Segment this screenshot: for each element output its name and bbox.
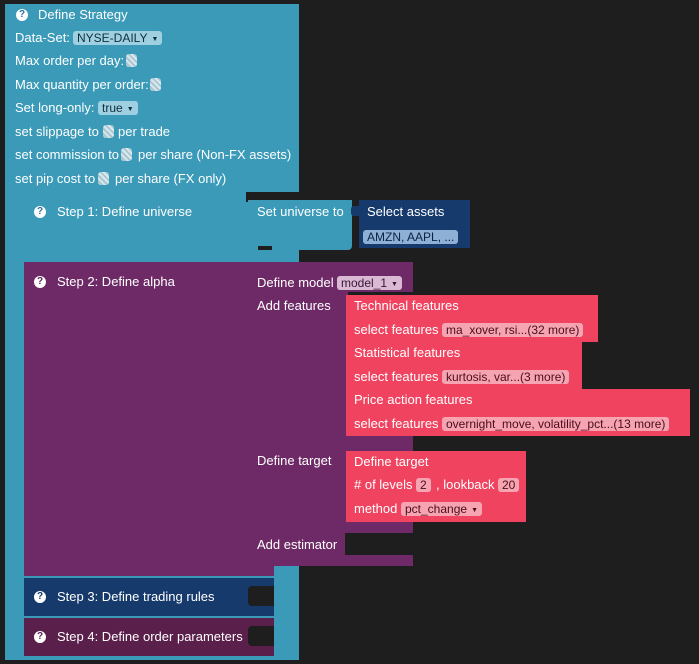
method-label: method bbox=[354, 501, 398, 516]
long-only-value: true bbox=[102, 101, 123, 115]
select-assets-connector bbox=[351, 206, 361, 216]
chevron-down-icon: ▼ bbox=[126, 106, 134, 113]
step2-title: Step 2: Define alpha bbox=[57, 274, 175, 289]
dataset-dropdown[interactable]: NYSE-DAILY ▼ bbox=[73, 31, 163, 45]
chevron-down-icon: ▼ bbox=[151, 36, 159, 43]
long-only-dropdown[interactable]: true ▼ bbox=[98, 101, 138, 115]
pip-prefix: set pip cost to bbox=[15, 171, 96, 186]
commission-suffix: per share (Non-FX assets) bbox=[138, 147, 292, 162]
dataset-label: Data-Set: bbox=[15, 30, 70, 45]
pip-cost-input[interactable] bbox=[98, 172, 109, 185]
slippage-suffix: per trade bbox=[118, 124, 171, 139]
step3-title: Step 3: Define trading rules bbox=[57, 589, 215, 604]
add-estimator-label: Add estimator bbox=[257, 537, 338, 552]
levels-label: # of levels bbox=[354, 477, 413, 492]
help-icon[interactable]: ? bbox=[34, 206, 46, 218]
statistical-features-field[interactable]: kurtosis, var...(3 more) bbox=[442, 370, 570, 384]
commission-prefix: set commission to bbox=[15, 147, 120, 162]
set-universe-notch bbox=[258, 246, 272, 250]
model-value: model_1 bbox=[341, 276, 388, 290]
max-quantity-label: Max quantity per order: bbox=[15, 77, 149, 92]
alpha-features-column bbox=[248, 292, 348, 442]
alpha-bottom-arm bbox=[24, 555, 413, 564]
slippage-input[interactable] bbox=[103, 125, 114, 138]
select-assets-label: Select assets bbox=[367, 204, 445, 219]
define-model-label: Define model bbox=[257, 275, 334, 290]
lookback-input[interactable]: 20 bbox=[498, 478, 520, 492]
help-icon[interactable]: ? bbox=[34, 591, 46, 603]
strategy-title: Define Strategy bbox=[38, 7, 128, 22]
help-icon[interactable]: ? bbox=[34, 276, 46, 288]
max-order-label: Max order per day: bbox=[15, 53, 125, 68]
pip-suffix: per share (FX only) bbox=[115, 171, 227, 186]
help-icon[interactable]: ? bbox=[16, 9, 28, 21]
assets-field[interactable]: AMZN, AAPL, ... bbox=[363, 230, 459, 244]
statistical-features-title: Statistical features bbox=[354, 345, 461, 360]
set-universe-label: Set universe to bbox=[257, 204, 344, 219]
chevron-down-icon: ▼ bbox=[471, 507, 478, 514]
commission-input[interactable] bbox=[121, 148, 132, 161]
model-dropdown[interactable]: model_1 ▼ bbox=[337, 276, 402, 290]
slippage-prefix: set slippage to bbox=[15, 124, 99, 139]
method-dropdown[interactable]: pct_change ▼ bbox=[401, 502, 482, 516]
estimator-slot[interactable] bbox=[345, 533, 413, 556]
step4-title: Step 4: Define order parameters bbox=[57, 629, 243, 644]
chevron-down-icon: ▼ bbox=[391, 281, 398, 288]
step1-title: Step 1: Define universe bbox=[57, 204, 193, 219]
define-target-label: Define target bbox=[257, 453, 332, 468]
max-quantity-input[interactable] bbox=[150, 78, 161, 91]
strategy-block-notch bbox=[24, 240, 274, 250]
add-features-label: Add features bbox=[257, 298, 331, 313]
help-icon[interactable]: ? bbox=[34, 631, 46, 643]
long-only-label: Set long-only: bbox=[15, 100, 95, 115]
trading-rules-slot[interactable] bbox=[248, 586, 274, 606]
price-action-features-field[interactable]: overnight_move, volatility_pct...(13 mor… bbox=[442, 417, 670, 431]
method-value: pct_change bbox=[405, 502, 468, 516]
statistical-select-label: select features bbox=[354, 369, 439, 384]
price-action-features-title: Price action features bbox=[354, 392, 473, 407]
technical-features-title: Technical features bbox=[354, 298, 459, 313]
dataset-value: NYSE-DAILY bbox=[77, 31, 148, 45]
define-target-title: Define target bbox=[354, 454, 429, 469]
alpha-block[interactable] bbox=[24, 262, 274, 576]
levels-input[interactable]: 2 bbox=[416, 478, 431, 492]
order-parameters-slot[interactable] bbox=[248, 626, 274, 646]
lookback-label: , lookback bbox=[436, 477, 495, 492]
technical-select-label: select features bbox=[354, 322, 439, 337]
price-action-select-label: select features bbox=[354, 416, 439, 431]
technical-features-field[interactable]: ma_xover, rsi...(32 more) bbox=[442, 323, 584, 337]
max-order-input[interactable] bbox=[126, 54, 137, 67]
